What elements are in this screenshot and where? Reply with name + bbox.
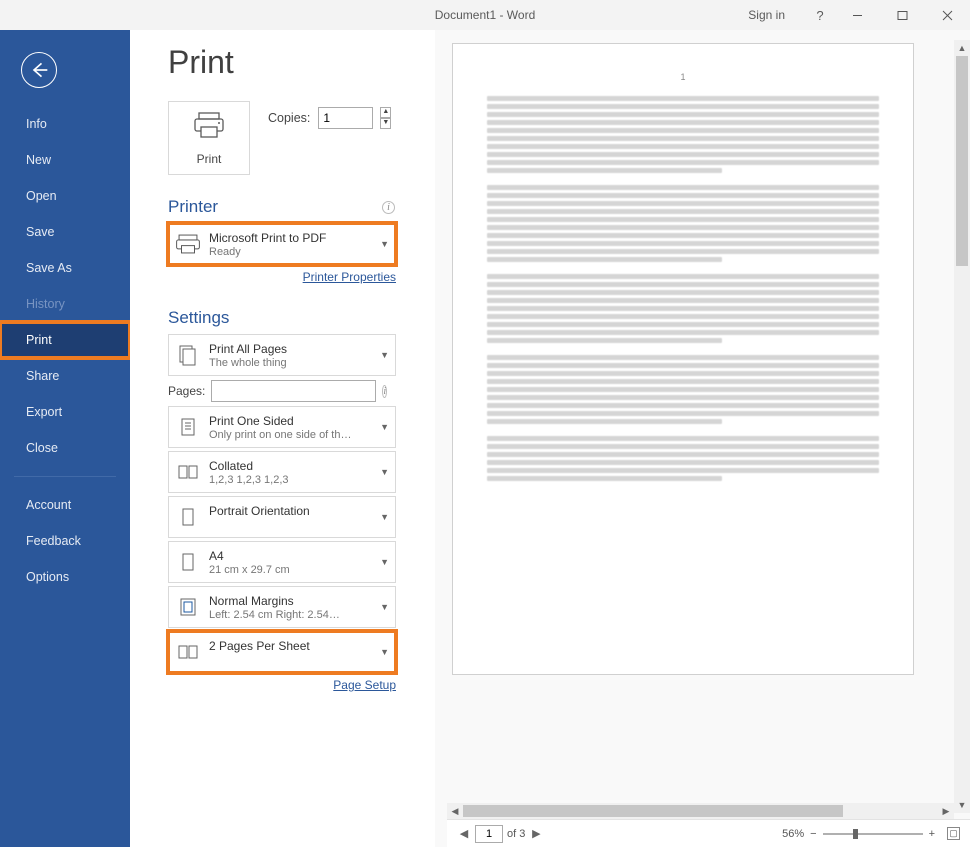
printer-icon (175, 231, 201, 257)
nav-open[interactable]: Open (0, 178, 130, 214)
print-what-select[interactable]: Print All Pages The whole thing ▼ (168, 334, 396, 376)
chevron-down-icon: ▼ (380, 602, 389, 612)
horizontal-scrollbar[interactable]: ◀ ▶ (447, 803, 954, 819)
chevron-down-icon: ▼ (380, 557, 389, 567)
zoom-slider[interactable] (823, 833, 923, 835)
copies-spinner[interactable]: ▲ ▼ (380, 107, 391, 129)
pages-per-sheet-select[interactable]: 2 Pages Per Sheet ▼ (168, 631, 396, 673)
vertical-scrollbar[interactable]: ▲ ▼ (954, 40, 970, 813)
spinner-up-icon[interactable]: ▲ (380, 107, 391, 118)
sign-in-link[interactable]: Sign in (748, 8, 785, 22)
nav-history: History (0, 286, 130, 322)
nav-export[interactable]: Export (0, 394, 130, 430)
nav-info[interactable]: Info (0, 106, 130, 142)
info-icon[interactable]: i (382, 201, 395, 214)
chevron-down-icon: ▼ (380, 239, 389, 249)
print-button-label: Print (197, 152, 222, 166)
printer-icon (193, 111, 225, 144)
printer-name: Microsoft Print to PDF (209, 231, 376, 245)
collate-select[interactable]: Collated 1,2,3 1,2,3 1,2,3 ▼ (168, 451, 396, 493)
chevron-down-icon: ▼ (380, 422, 389, 432)
zoom-level: 56% (782, 828, 804, 840)
printer-status: Ready (209, 246, 376, 258)
paper-size-select[interactable]: A4 21 cm x 29.7 cm ▼ (168, 541, 396, 583)
printer-section-title: Printer i (168, 197, 435, 217)
copies-label: Copies: (268, 111, 310, 125)
sided-select[interactable]: Print One Sided Only print on one side o… (168, 406, 396, 448)
one-sided-icon (175, 414, 201, 440)
chevron-down-icon: ▼ (380, 512, 389, 522)
chevron-down-icon: ▼ (380, 350, 389, 360)
scrollbar-thumb[interactable] (956, 56, 968, 266)
backstage-sidebar: Info New Open Save Save As History Print… (0, 30, 130, 847)
page-title: Print (168, 44, 435, 81)
preview-statusbar: ◀ of 3 ▶ 56% − + ▢ (447, 819, 970, 847)
scrollbar-thumb[interactable] (463, 805, 843, 817)
close-button[interactable] (925, 0, 970, 30)
paper-icon (175, 549, 201, 575)
copies-input[interactable] (318, 107, 373, 129)
nav-close[interactable]: Close (0, 430, 130, 466)
pages-label: Pages: (168, 384, 205, 398)
portrait-icon (175, 504, 201, 530)
chevron-down-icon: ▼ (380, 647, 389, 657)
settings-section-title: Settings (168, 308, 435, 328)
printer-select[interactable]: Microsoft Print to PDF Ready ▼ (168, 223, 396, 265)
preview-page-number: 1 (487, 72, 879, 82)
preview-page: 1 (453, 44, 913, 674)
current-page-input[interactable] (475, 825, 503, 843)
orientation-select[interactable]: Portrait Orientation ▼ (168, 496, 396, 538)
scroll-up-icon[interactable]: ▲ (954, 40, 970, 56)
spinner-down-icon[interactable]: ▼ (380, 118, 391, 129)
chevron-down-icon: ▼ (380, 467, 389, 477)
document-title: Document1 - Word (435, 8, 535, 22)
zoom-in-button[interactable]: + (929, 828, 935, 840)
scroll-right-icon[interactable]: ▶ (938, 803, 954, 819)
fit-page-button[interactable]: ▢ (947, 827, 960, 840)
print-preview: 1 ▲ ▼ ◀ (435, 30, 970, 847)
page-count-label: of 3 (507, 828, 525, 840)
zoom-out-button[interactable]: − (810, 828, 816, 840)
titlebar: Document1 - Word Sign in ? (0, 0, 970, 30)
nav-share[interactable]: Share (0, 358, 130, 394)
minimize-button[interactable] (835, 0, 880, 30)
info-icon[interactable]: i (382, 385, 387, 398)
nav-options[interactable]: Options (0, 559, 130, 595)
maximize-button[interactable] (880, 0, 925, 30)
nav-new[interactable]: New (0, 142, 130, 178)
scroll-down-icon[interactable]: ▼ (954, 797, 970, 813)
pages-icon (175, 342, 201, 368)
print-settings-pane: Print Print Copies: ▲ ▼ (130, 30, 435, 847)
nav-print[interactable]: Print (0, 322, 130, 358)
two-per-sheet-icon (175, 639, 201, 665)
margins-select[interactable]: Normal Margins Left: 2.54 cm Right: 2.54… (168, 586, 396, 628)
next-page-button[interactable]: ▶ (529, 827, 543, 840)
page-setup-link[interactable]: Page Setup (333, 678, 396, 692)
help-button[interactable]: ? (805, 0, 835, 30)
print-button[interactable]: Print (168, 101, 250, 175)
margins-icon (175, 594, 201, 620)
prev-page-button[interactable]: ◀ (457, 827, 471, 840)
printer-properties-link[interactable]: Printer Properties (303, 270, 396, 284)
back-button[interactable] (21, 52, 57, 88)
nav-feedback[interactable]: Feedback (0, 523, 130, 559)
nav-account[interactable]: Account (0, 487, 130, 523)
collate-icon (175, 459, 201, 485)
nav-save-as[interactable]: Save As (0, 250, 130, 286)
nav-save[interactable]: Save (0, 214, 130, 250)
scroll-left-icon[interactable]: ◀ (447, 803, 463, 819)
pages-input[interactable] (211, 380, 376, 402)
